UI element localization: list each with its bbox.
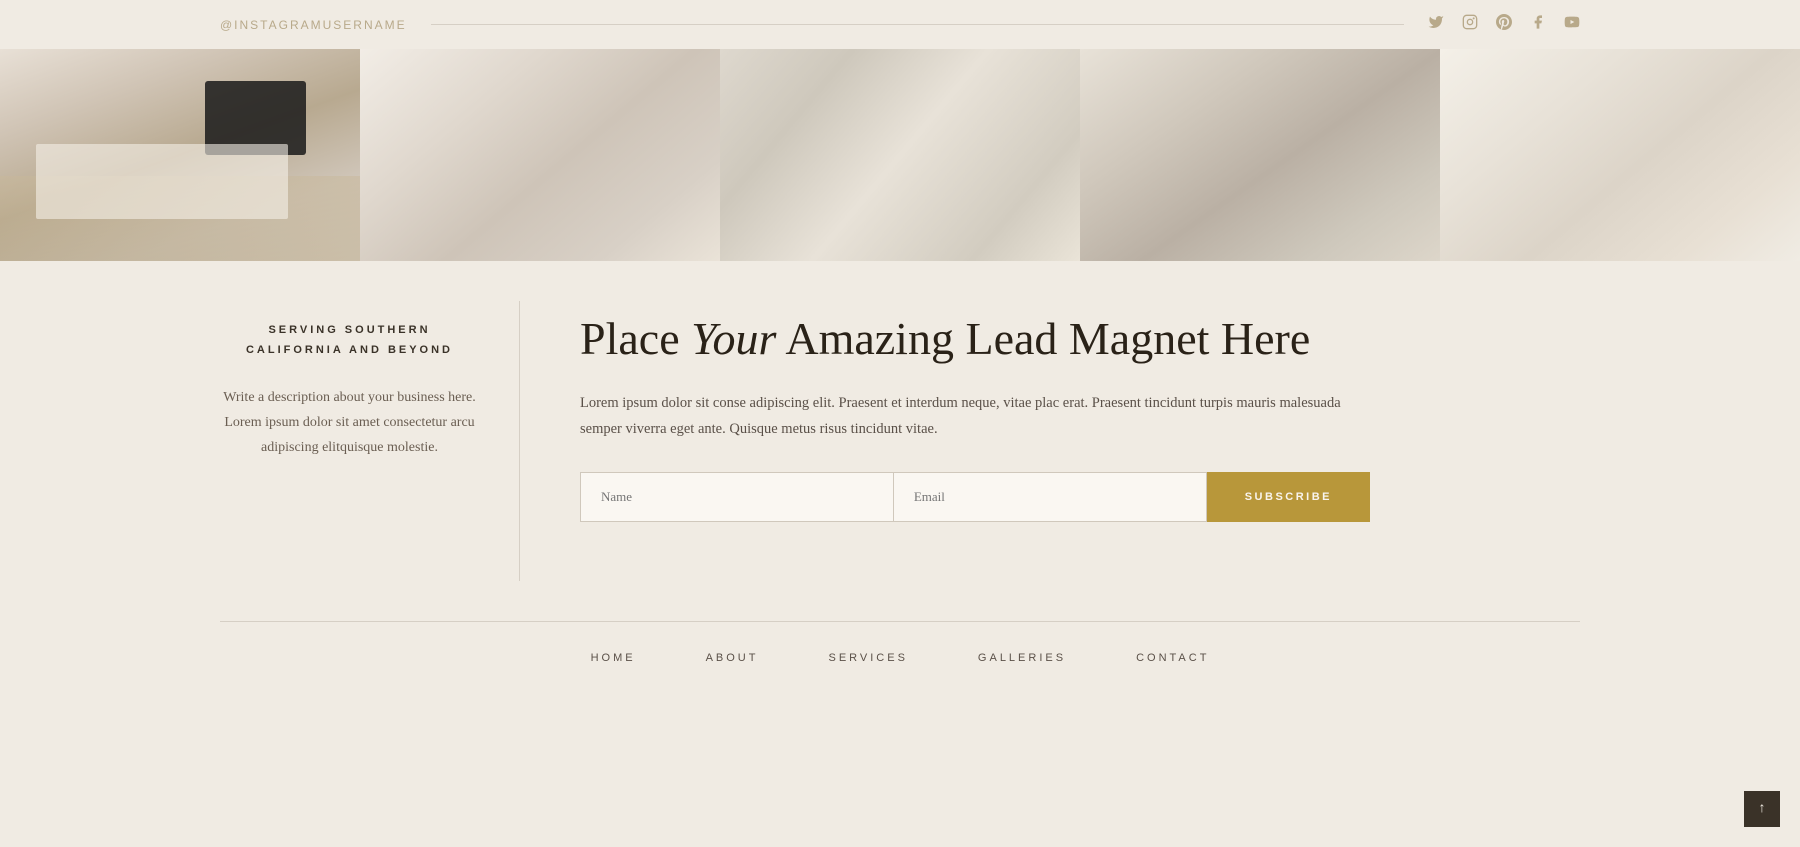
instagram-icon[interactable] — [1462, 14, 1478, 35]
lead-magnet-title-plain: Place — [580, 313, 691, 364]
business-description: Write a description about your business … — [220, 385, 479, 461]
photo-notebook-glasses — [720, 49, 1080, 261]
top-divider — [431, 24, 1404, 25]
subscribe-button[interactable]: SUBSCRIBE — [1207, 472, 1370, 522]
scroll-to-top-button[interactable]: ↑ — [1744, 791, 1780, 827]
instagram-handle[interactable]: @INSTAGRAMUSERNAME — [220, 18, 407, 32]
lead-magnet-title-rest: Amazing Lead Magnet Here — [776, 313, 1310, 364]
pinterest-icon[interactable] — [1496, 14, 1512, 35]
lead-magnet-title-italic: Your — [691, 313, 776, 364]
photo-strip — [0, 49, 1800, 261]
top-bar: @INSTAGRAMUSERNAME — [0, 0, 1800, 49]
youtube-icon[interactable] — [1564, 14, 1580, 35]
facebook-icon[interactable] — [1530, 14, 1546, 35]
email-input[interactable] — [893, 472, 1207, 522]
nav-home[interactable]: HOME — [591, 652, 636, 664]
lead-magnet-description: Lorem ipsum dolor sit conse adipiscing e… — [580, 390, 1350, 442]
nav-galleries[interactable]: GALLERIES — [978, 652, 1066, 664]
left-panel: SERVING SOUTHERNCALIFORNIA AND BEYOND Wr… — [220, 301, 520, 581]
photo-woman-coffee — [1080, 49, 1440, 261]
nav-services[interactable]: SERVICES — [828, 652, 907, 664]
photo-hat-wine — [360, 49, 720, 261]
scroll-top-arrow: ↑ — [1759, 801, 1766, 817]
footer-nav: HOME ABOUT SERVICES GALLERIES CONTACT — [0, 622, 1800, 684]
location-title: SERVING SOUTHERNCALIFORNIA AND BEYOND — [246, 321, 453, 361]
photo-desk-books — [1440, 49, 1800, 261]
subscribe-form: SUBSCRIBE — [580, 472, 1370, 522]
nav-about[interactable]: ABOUT — [706, 652, 759, 664]
social-icons — [1428, 14, 1580, 35]
name-input[interactable] — [580, 472, 893, 522]
nav-contact[interactable]: CONTACT — [1136, 652, 1209, 664]
content-section: SERVING SOUTHERNCALIFORNIA AND BEYOND Wr… — [0, 301, 1800, 581]
lead-magnet-title: Place Your Amazing Lead Magnet Here — [580, 311, 1580, 366]
twitter-icon[interactable] — [1428, 14, 1444, 35]
right-panel: Place Your Amazing Lead Magnet Here Lore… — [520, 301, 1580, 581]
photo-desk-workspace — [0, 49, 360, 261]
